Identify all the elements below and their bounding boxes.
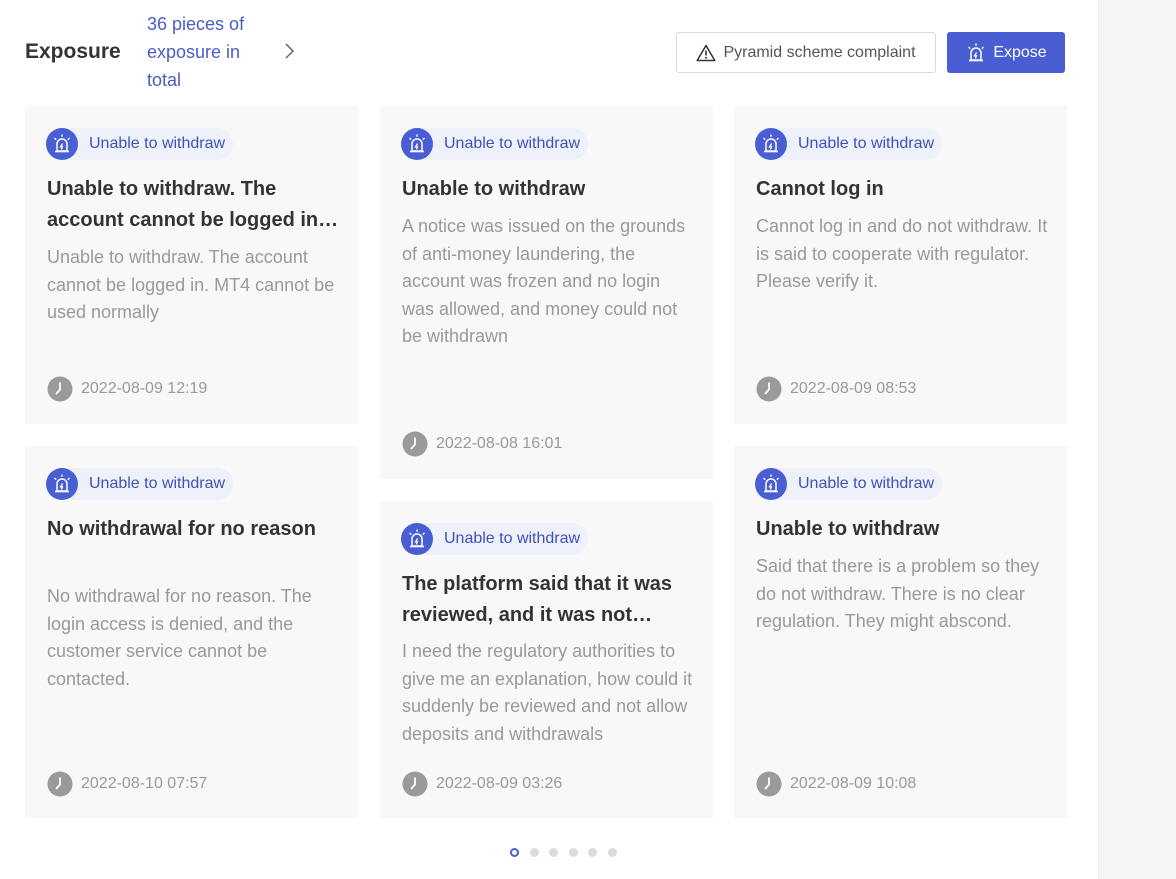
category-tag: Unable to withdraw — [755, 468, 943, 500]
card-description: No withdrawal for no reason. The login a… — [47, 586, 312, 689]
chevron-right-icon[interactable] — [281, 40, 297, 62]
exposure-count-link[interactable]: 36 pieces of exposure in total — [147, 10, 277, 94]
card-title[interactable]: The platform said that it was reviewed, … — [402, 569, 694, 631]
expose-button-label: Expose — [993, 43, 1047, 61]
category-tag: Unable to withdraw — [46, 128, 234, 160]
clock-icon — [402, 771, 428, 797]
category-tag: Unable to withdraw — [401, 523, 589, 555]
alarm-siren-icon — [968, 43, 985, 61]
pagination-dot-5[interactable] — [588, 848, 597, 857]
card-timestamp-text: 2022-08-09 10:08 — [790, 775, 917, 792]
card-timestamp: 2022-08-09 12:19 — [47, 376, 207, 402]
pagination-dot-6[interactable] — [607, 848, 617, 857]
clock-icon — [47, 771, 73, 797]
category-tag: Unable to withdraw — [755, 128, 943, 160]
card-timestamp: 2022-08-09 03:26 — [402, 771, 562, 797]
category-tag-label: Unable to withdraw — [89, 475, 226, 492]
clock-icon — [47, 376, 73, 402]
clock-icon — [402, 431, 428, 457]
complaint-button-label: Pyramid scheme complaint — [723, 43, 916, 61]
alarm-siren-icon — [46, 468, 78, 500]
category-tag-label: Unable to withdraw — [798, 135, 935, 152]
clock-icon — [756, 771, 782, 797]
alarm-siren-icon — [46, 128, 78, 160]
category-tag-label: Unable to withdraw — [444, 530, 581, 547]
card-title[interactable]: Unable to withdraw — [402, 174, 694, 205]
alarm-siren-icon — [401, 128, 433, 160]
category-tag-label: Unable to withdraw — [89, 135, 226, 152]
card-timestamp-text: 2022-08-09 03:26 — [436, 775, 563, 792]
pagination-dot-4[interactable] — [568, 848, 578, 857]
card-title[interactable]: Unable to withdraw — [756, 514, 1048, 545]
card-timestamp-text: 2022-08-09 08:53 — [790, 380, 917, 397]
card-title[interactable]: Cannot log in — [756, 174, 1048, 205]
category-tag: Unable to withdraw — [401, 128, 589, 160]
pyramid-scheme-complaint-button[interactable]: Pyramid scheme complaint — [676, 32, 936, 73]
expose-button[interactable]: Expose — [947, 32, 1065, 73]
card-timestamp-text: 2022-08-08 16:01 — [436, 435, 563, 452]
exposure-card[interactable]: Unable to withdraw Unable to withdraw. T… — [25, 106, 358, 424]
clock-icon — [756, 376, 782, 402]
section-title: Exposure — [25, 40, 121, 63]
exposure-card[interactable]: Unable to withdraw Unable to withdraw A … — [380, 106, 713, 479]
card-timestamp-text: 2022-08-09 12:19 — [81, 380, 208, 397]
card-description: I need the regulatory authorities to giv… — [402, 641, 693, 744]
exposure-card[interactable]: Unable to withdraw Unable to withdraw Sa… — [734, 446, 1067, 818]
card-description: Unable to withdraw. The account cannot b… — [47, 247, 335, 322]
card-timestamp: 2022-08-09 10:08 — [756, 771, 916, 797]
pagination-dot-2[interactable] — [529, 848, 539, 857]
card-timestamp-text: 2022-08-10 07:57 — [81, 775, 208, 792]
right-side-panel — [1098, 0, 1176, 879]
card-title[interactable]: No withdrawal for no reason — [47, 514, 339, 545]
category-tag-label: Unable to withdraw — [798, 475, 935, 492]
exposure-card[interactable]: Unable to withdraw No withdrawal for no … — [25, 446, 358, 818]
card-timestamp: 2022-08-10 07:57 — [47, 771, 207, 797]
alarm-siren-icon — [755, 468, 787, 500]
pagination-dot-3[interactable] — [549, 848, 558, 857]
pagination-dot-1[interactable] — [510, 848, 519, 857]
exposure-header: Exposure 36 pieces of exposure in total … — [25, 10, 1065, 94]
alarm-siren-icon — [755, 128, 787, 160]
category-tag: Unable to withdraw — [46, 468, 234, 500]
warning-triangle-icon — [696, 44, 717, 61]
exposure-card[interactable]: Unable to withdraw Cannot log in Cannot … — [734, 106, 1067, 424]
carousel-pagination — [510, 848, 627, 857]
card-timestamp: 2022-08-09 08:53 — [756, 376, 916, 402]
exposure-card[interactable]: Unable to withdraw The platform said tha… — [380, 501, 713, 818]
alarm-siren-icon — [401, 523, 433, 555]
card-title[interactable]: Unable to withdraw. The account cannot b… — [47, 174, 339, 236]
category-tag-label: Unable to withdraw — [444, 135, 581, 152]
card-description: A notice was issued on the grounds of an… — [402, 216, 686, 346]
card-description: Said that there is a problem so they do … — [756, 556, 1040, 631]
card-timestamp: 2022-08-08 16:01 — [402, 431, 562, 457]
card-description: Cannot log in and do not withdraw. It is… — [756, 216, 1048, 291]
